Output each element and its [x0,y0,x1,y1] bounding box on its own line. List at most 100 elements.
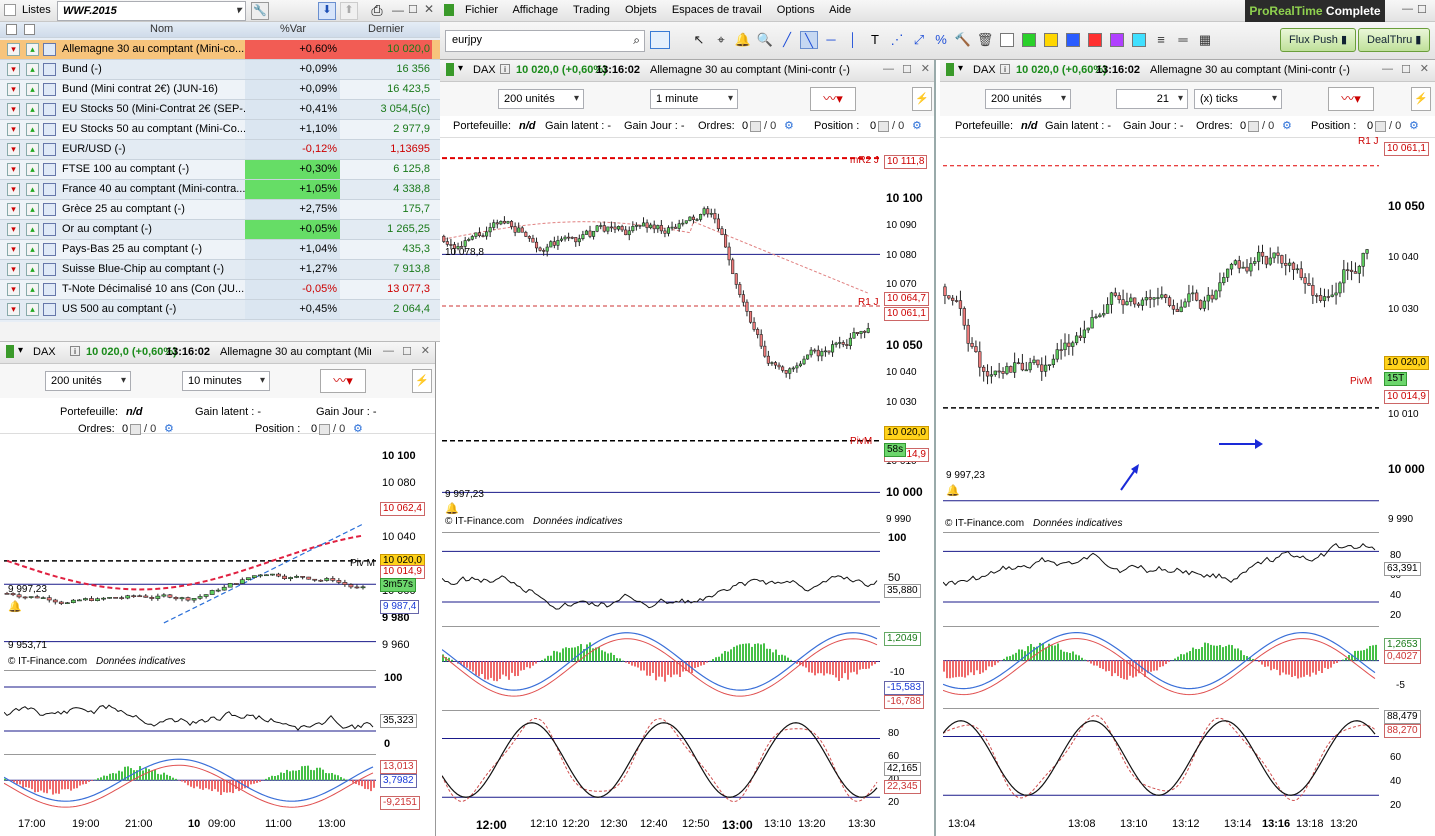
zoom-icon[interactable]: 🔍 [756,31,774,49]
chart-ticker[interactable]: DAX [33,346,56,358]
chart-icon[interactable] [43,163,56,176]
trend-icon[interactable]: ╲ [800,31,818,49]
chart-maximize-icon[interactable]: ☐ [402,345,412,358]
column-last[interactable]: Dernier [368,22,404,37]
chart-ticker[interactable]: DAX [473,64,496,76]
sell-icon[interactable]: ▾ [7,103,20,116]
sell-icon[interactable]: ▾ [7,163,20,176]
dealthru-button[interactable]: DealThru ▮ [1358,28,1431,52]
grid-icon[interactable]: ▦ [1196,31,1214,49]
menu-aide[interactable]: Aide [829,4,851,16]
arrow-up-icon[interactable]: ⬆ [340,2,358,20]
sell-icon[interactable]: ▾ [7,183,20,196]
buy-icon[interactable]: ▴ [26,263,39,276]
sell-icon[interactable]: ▾ [7,83,20,96]
macd-indicator[interactable] [442,626,880,708]
chart-icon[interactable] [43,143,56,156]
units-select[interactable]: 200 unités [985,89,1071,109]
search-input[interactable]: eurjpy [452,34,482,46]
indicators-icon[interactable]: 〰▾ [810,87,856,111]
units-select[interactable]: 200 unités [45,371,131,391]
sell-icon[interactable]: ▾ [7,63,20,76]
buy-icon[interactable]: ▴ [26,103,39,116]
buy-icon[interactable]: ▴ [26,163,39,176]
line-width-icon[interactable]: ═ [1174,31,1192,49]
orders-close-icon[interactable] [1248,121,1259,132]
channel-icon[interactable]: ⤢ [910,31,928,49]
app-maximize-icon[interactable]: ☐ [1417,3,1427,16]
color-5-icon[interactable] [1088,33,1102,47]
chart-minimize-icon[interactable]: — [1382,63,1393,75]
watchlist-row[interactable]: ▾ ▴ Suisse Blue-Chip au comptant (-) +1,27%… [0,260,440,280]
column-name[interactable]: Nom [150,22,173,37]
menu-affichage[interactable]: Affichage [512,4,558,16]
macd-indicator[interactable] [943,626,1379,706]
color-3-icon[interactable] [1044,33,1058,47]
fibonacci-icon[interactable]: ⋰ [888,31,906,49]
chart-minimize-icon[interactable]: — [883,63,894,75]
buy-icon[interactable]: ▴ [26,243,39,256]
chart-close-icon[interactable]: ✕ [1420,62,1429,75]
line-icon[interactable]: ╱ [778,31,796,49]
trash-icon[interactable]: 🗑 [976,31,994,49]
chart-maximize-icon[interactable]: ☐ [1401,63,1411,76]
watchlist-row[interactable]: ▾ ▴ US 500 au comptant (-) +0,45% 2 064,4 [0,300,440,320]
interval-select[interactable]: 10 minutes [182,371,270,391]
chart-icon[interactable] [43,103,56,116]
chart-close-icon[interactable]: ✕ [921,62,930,75]
buy-icon[interactable]: ▴ [26,303,39,316]
cursor-icon[interactable]: ↖ [690,31,708,49]
chart-icon[interactable] [43,83,56,96]
chart-menu-icon[interactable]: ▾ [958,63,963,74]
sell-icon[interactable]: ▾ [7,43,20,56]
search-box[interactable]: eurjpy ⌕ [445,30,645,52]
ticks-select[interactable]: (x) ticks [1194,89,1282,109]
chart-menu-icon[interactable]: ▾ [18,345,23,356]
sell-icon[interactable]: ▾ [7,123,20,136]
price-chart[interactable] [943,140,1379,528]
info-icon[interactable]: i [1000,64,1010,74]
maximize-icon[interactable]: ☐ [408,3,418,16]
chart-minimize-icon[interactable]: — [383,345,394,357]
h-line-icon[interactable]: ─ [822,31,840,49]
ticks-input[interactable]: 21 [1116,89,1188,109]
macd-indicator[interactable] [4,754,376,814]
sell-icon[interactable]: ▾ [7,303,20,316]
watchlist-row[interactable]: ▾ ▴ FTSE 100 au comptant (-) +0,30% 6 125,8 [0,160,440,180]
buy-icon[interactable]: ▴ [26,63,39,76]
units-select[interactable]: 200 unités [498,89,584,109]
search-icon[interactable]: ⌕ [633,33,640,48]
alert-bell-icon[interactable]: 🔔 [445,502,459,515]
chart-icon[interactable] [43,263,56,276]
orders-settings-icon[interactable]: ⚙ [164,422,174,435]
column-var[interactable]: %Var [280,22,306,37]
buy-icon[interactable]: ▴ [26,283,39,296]
buy-icon[interactable]: ▴ [26,223,39,236]
price-chart[interactable] [442,140,880,528]
chart-ticker[interactable]: DAX [973,64,996,76]
buy-icon[interactable]: ▴ [26,143,39,156]
header-icon-1[interactable] [6,24,17,35]
menu-espaces[interactable]: Espaces de travail [672,4,762,16]
menu-options[interactable]: Options [777,4,815,16]
buy-icon[interactable]: ▴ [26,183,39,196]
alarm-icon[interactable]: 🔔 [734,31,752,49]
rsi-indicator[interactable] [4,670,376,750]
info-icon[interactable]: i [70,346,80,356]
list-icon[interactable] [4,4,16,16]
position-close-icon[interactable] [878,121,889,132]
sell-icon[interactable]: ▾ [7,223,20,236]
color-7-icon[interactable] [1132,33,1146,47]
chart-close-icon[interactable]: ✕ [421,344,430,357]
buy-icon[interactable]: ▴ [26,123,39,136]
position-close-icon[interactable] [1375,121,1386,132]
position-settings-icon[interactable]: ⚙ [1409,119,1419,132]
header-icon-2[interactable] [24,24,35,35]
interval-select[interactable]: 1 minute [650,89,738,109]
sell-icon[interactable]: ▾ [7,143,20,156]
pointer-icon[interactable]: ⌖ [712,31,730,49]
stoch-indicator[interactable] [943,708,1379,806]
info-icon[interactable]: i [500,64,510,74]
chart-icon[interactable] [43,43,56,56]
chart-icon[interactable] [43,203,56,216]
